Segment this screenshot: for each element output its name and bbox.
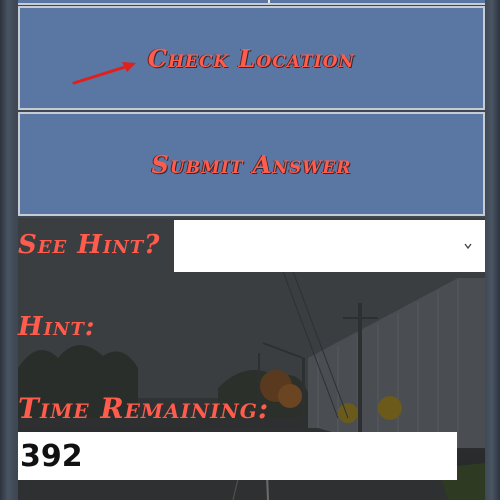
red-arrow-icon — [72, 62, 136, 85]
submit-answer-label: Submit Answer — [151, 149, 352, 179]
see-hint-select[interactable] — [174, 220, 485, 272]
time-remaining-label: Time Remaining: — [18, 392, 270, 425]
see-hint-label: See Hint? — [18, 230, 161, 260]
submit-answer-button[interactable]: Submit Answer — [18, 112, 485, 216]
top-strip-tick — [268, 0, 270, 3]
hint-label: Hint: — [18, 312, 96, 342]
top-strip — [18, 0, 485, 5]
check-location-label: Check Location — [147, 43, 356, 73]
time-remaining-number: 392 — [20, 438, 83, 474]
chevron-down-icon — [464, 243, 472, 250]
time-remaining-value: 392 — [18, 432, 457, 480]
see-hint-row: See Hint? — [18, 218, 485, 272]
